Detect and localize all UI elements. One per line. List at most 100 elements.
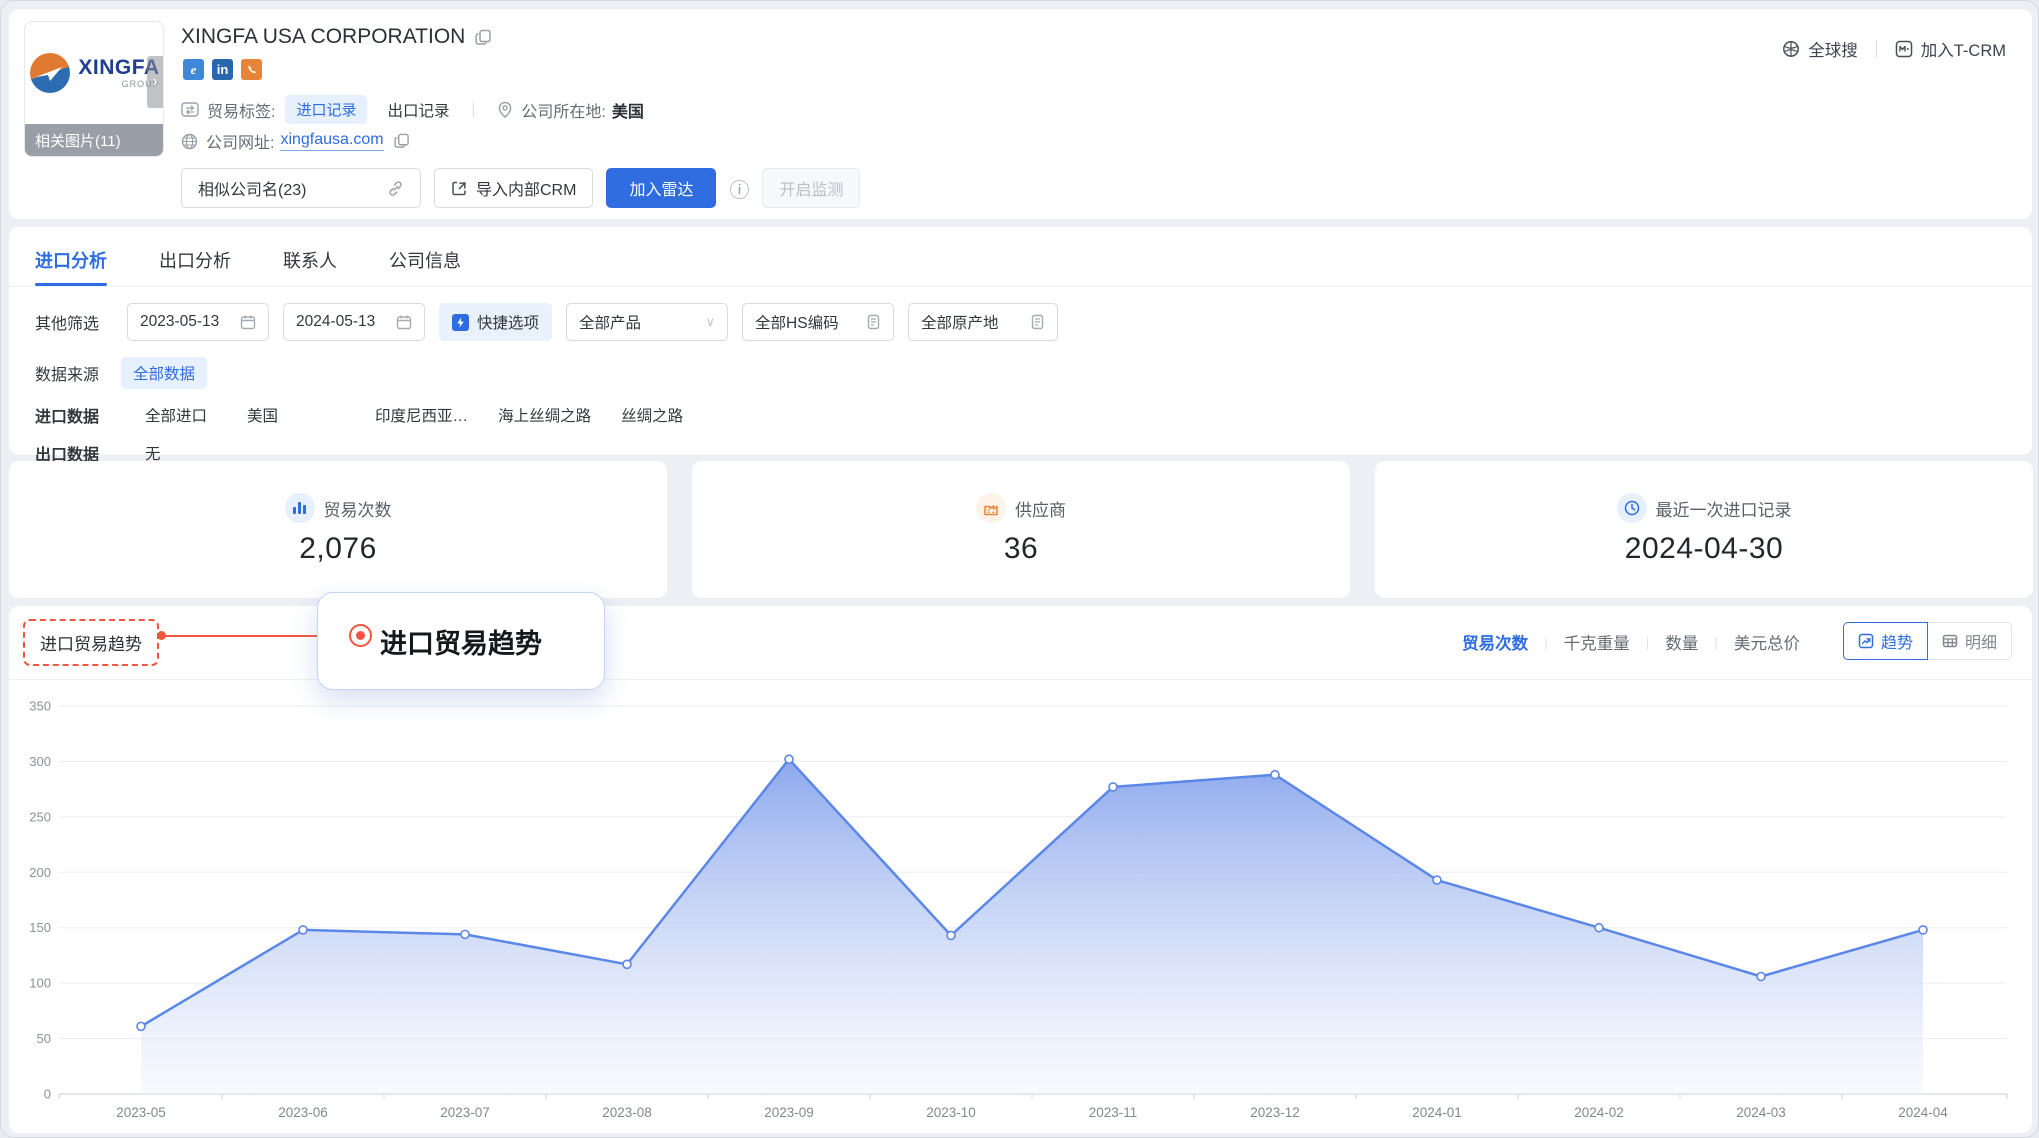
join-tcrm-item[interactable]: 加入T-CRM <box>1895 37 2006 61</box>
tabs: 进口分析 出口分析 联系人 公司信息 <box>9 227 2032 287</box>
trend-view-button[interactable]: 趋势 <box>1843 622 1928 660</box>
svg-text:2023-12: 2023-12 <box>1250 1105 1300 1120</box>
import-icon <box>451 180 468 197</box>
svg-text:2023-06: 2023-06 <box>278 1105 328 1120</box>
linkedin-icon[interactable]: in <box>212 59 233 80</box>
global-search-item[interactable]: 全球搜 <box>1782 37 1858 61</box>
date-from-input[interactable]: 2023-05-13 <box>127 303 269 341</box>
view-toggle: 趋势 明细 <box>1843 622 2012 660</box>
svg-text:250: 250 <box>29 809 51 824</box>
svg-text:300: 300 <box>29 754 51 769</box>
all-data-chip[interactable]: 全部数据 <box>121 357 207 389</box>
svg-text:0: 0 <box>44 1087 51 1102</box>
tab-company-info[interactable]: 公司信息 <box>389 247 461 286</box>
location-value: 美国 <box>612 98 644 122</box>
svg-text:350: 350 <box>29 701 51 714</box>
table-icon <box>1942 633 1958 649</box>
svg-text:100: 100 <box>29 976 51 991</box>
filter-row: 其他筛选 2023-05-13 2024-05-13 快捷选项 全部产品 ∨ 全… <box>9 287 2032 341</box>
website-row: 公司网址: xingfausa.com <box>181 129 410 153</box>
document-icon <box>1030 314 1045 330</box>
calendar-icon <box>396 314 412 330</box>
trend-icon <box>1858 633 1874 649</box>
metric-kg-weight[interactable]: 千克重量 <box>1564 630 1630 654</box>
link-icon <box>387 180 404 197</box>
website-label: 公司网址: <box>206 129 274 153</box>
copy-icon[interactable] <box>475 29 492 46</box>
import-data-item[interactable]: 印度尼西亚… <box>375 404 468 426</box>
stat-label: 最近一次进口记录 <box>1656 496 1792 521</box>
website-link[interactable]: xingfausa.com <box>280 131 383 151</box>
import-data-item[interactable]: 丝绸之路 <box>621 404 683 426</box>
svg-text:2023-07: 2023-07 <box>440 1105 490 1120</box>
import-crm-button[interactable]: 导入内部CRM <box>434 168 593 208</box>
chart-header: 进口贸易趋势 进口贸易趋势 贸易次数 | 千克重量 | 数量 | 美元总价 趋势 <box>9 606 2032 680</box>
company-logo-card[interactable]: XINGFA GROUP › 相关图片(11) <box>24 21 164 157</box>
import-data-item[interactable]: 全部进口 <box>145 404 207 426</box>
annotation-target-icon <box>349 624 372 647</box>
stat-value: 2024-04-30 <box>1625 532 1783 566</box>
phone-icon[interactable] <box>241 59 262 80</box>
svg-text:50: 50 <box>37 1031 51 1046</box>
website-social-icon[interactable]: e <box>183 59 204 80</box>
exchange-icon <box>181 101 199 119</box>
trade-tags-row: 贸易标签: 进口记录 出口记录 | 公司所在地: 美国 <box>181 95 644 124</box>
tag-export-records[interactable]: 出口记录 <box>387 99 449 121</box>
data-source-label: 数据来源 <box>35 361 99 385</box>
quick-options-button[interactable]: 快捷选项 <box>439 303 552 341</box>
import-data-item[interactable]: 海上丝绸之路 <box>498 404 591 426</box>
metric-switcher: 贸易次数 | 千克重量 | 数量 | 美元总价 <box>1462 630 1800 654</box>
location-label: 公司所在地: <box>521 98 605 122</box>
export-data-row: 出口数据 无 <box>9 427 2032 465</box>
social-links: e in <box>183 59 262 80</box>
global-search-icon <box>1782 40 1800 58</box>
logo-next-chevron-icon[interactable]: › <box>147 56 163 108</box>
company-header-card: XINGFA GROUP › 相关图片(11) XINGFA USA CORPO… <box>9 9 2032 219</box>
import-data-item[interactable]: 美国 <box>247 404 278 426</box>
svg-text:2024-02: 2024-02 <box>1574 1105 1624 1120</box>
chart-title-highlighted: 进口贸易趋势 <box>23 619 159 666</box>
metric-quantity[interactable]: 数量 <box>1665 630 1698 654</box>
tab-contacts[interactable]: 联系人 <box>283 247 337 286</box>
origin-select[interactable]: 全部原产地 <box>908 303 1058 341</box>
stat-card-last-import: 最近一次进口记录 2024-04-30 <box>1375 461 2033 598</box>
import-data-label: 进口数据 <box>35 403 99 427</box>
supplier-factory-icon <box>976 493 1006 523</box>
svg-text:2024-04: 2024-04 <box>1898 1105 1948 1120</box>
info-icon[interactable]: ⓘ <box>729 174 749 203</box>
stat-card-trade-count: 贸易次数 2,076 <box>9 461 667 598</box>
tag-import-records[interactable]: 进口记录 <box>285 95 367 124</box>
copy-website-icon[interactable] <box>394 133 410 149</box>
globe-icon <box>181 133 198 150</box>
similar-companies-button[interactable]: 相似公司名(23) <box>181 168 421 208</box>
svg-text:2024-03: 2024-03 <box>1736 1105 1786 1120</box>
svg-text:2023-08: 2023-08 <box>602 1105 652 1120</box>
related-images-label[interactable]: 相关图片(11) <box>25 124 163 156</box>
svg-text:2023-09: 2023-09 <box>764 1105 814 1120</box>
import-trend-card: 进口贸易趋势 进口贸易趋势 贸易次数 | 千克重量 | 数量 | 美元总价 趋势 <box>9 606 2032 1133</box>
import-trend-area-chart[interactable]: 0501001502002503003502023-052023-062023-… <box>9 701 2032 1131</box>
tcrm-icon <box>1895 40 1913 58</box>
app-window: XINGFA GROUP › 相关图片(11) XINGFA USA CORPO… <box>0 0 2039 1138</box>
date-to-input[interactable]: 2024-05-13 <box>283 303 425 341</box>
svg-text:200: 200 <box>29 865 51 880</box>
add-radar-button[interactable]: 加入雷达 <box>606 168 716 208</box>
stat-label: 供应商 <box>1015 496 1066 521</box>
company-logo: XINGFA GROUP <box>25 22 163 124</box>
xingfa-logo-icon <box>28 51 72 95</box>
tab-import-analysis[interactable]: 进口分析 <box>35 247 107 286</box>
clock-icon <box>1617 493 1647 523</box>
topbar-right: 全球搜 加入T-CRM <box>1782 37 2006 61</box>
monitor-button[interactable]: 开启监测 <box>762 168 860 208</box>
product-select[interactable]: 全部产品 ∨ <box>566 303 728 341</box>
tab-export-analysis[interactable]: 出口分析 <box>159 247 231 286</box>
metric-trade-count[interactable]: 贸易次数 <box>1462 630 1528 654</box>
svg-text:150: 150 <box>29 920 51 935</box>
company-name: XINGFA USA CORPORATION <box>181 25 492 49</box>
hs-code-select[interactable]: 全部HS编码 <box>742 303 894 341</box>
bar-chart-icon <box>285 493 315 523</box>
detail-view-button[interactable]: 明细 <box>1928 622 2012 660</box>
metric-usd-total[interactable]: 美元总价 <box>1734 630 1800 654</box>
quick-options-icon <box>452 314 469 331</box>
svg-text:2023-10: 2023-10 <box>926 1105 976 1120</box>
